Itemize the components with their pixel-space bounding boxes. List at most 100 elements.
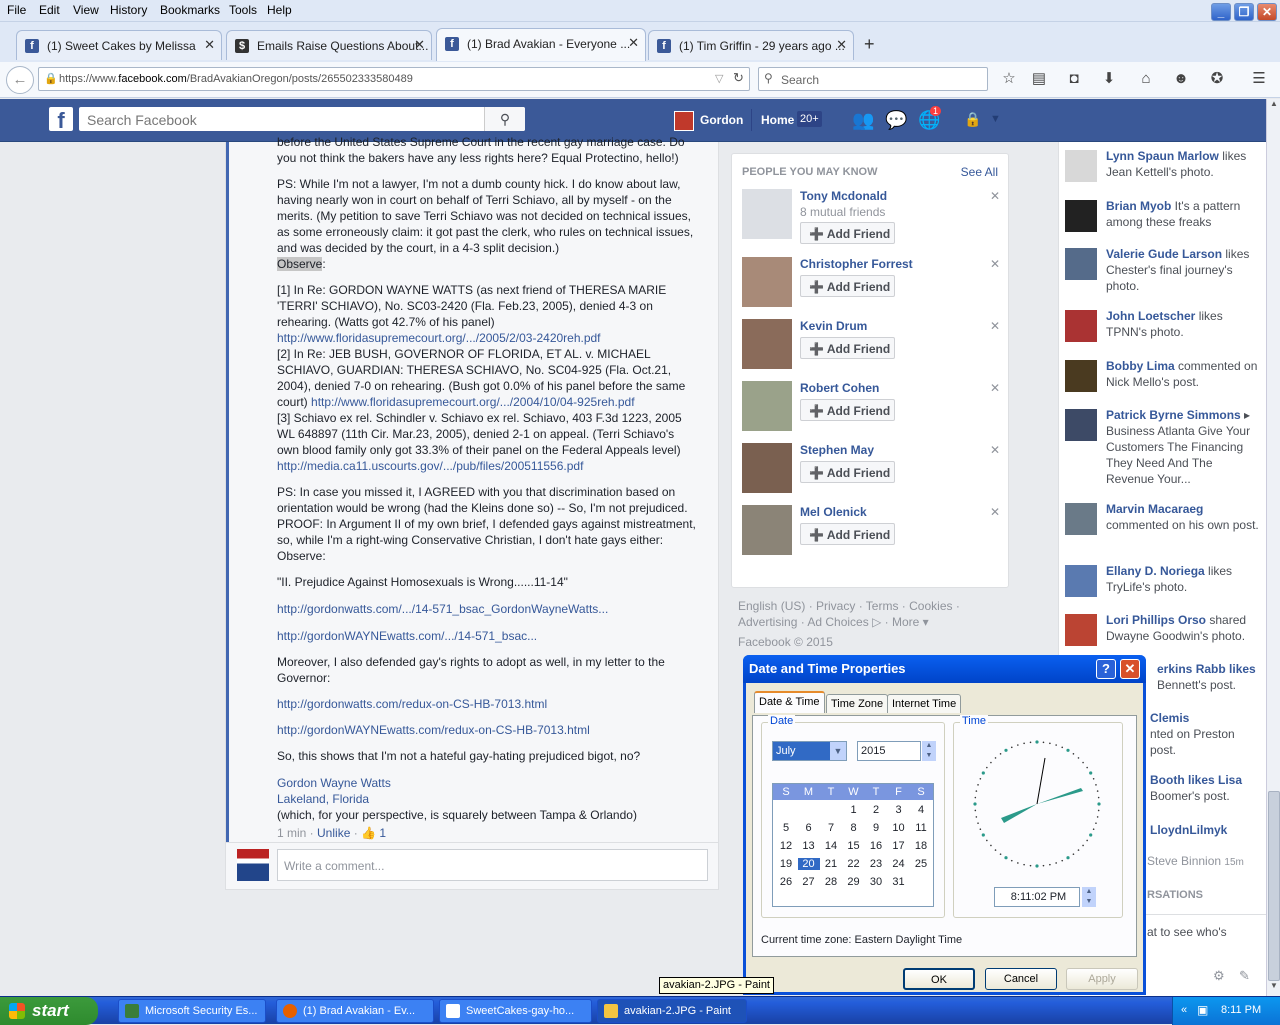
calendar-day[interactable]: 5 [775,822,797,834]
account-menu-icon[interactable]: ▼ [990,113,1001,125]
signature-location-link[interactable]: Lakeland, Florida [277,791,697,807]
tab-sweet-cakes[interactable]: f (1) Sweet Cakes by Melissa ✕ [16,30,222,60]
avatar[interactable] [742,319,792,369]
bookmark-star-icon[interactable]: ☆ [1000,70,1018,88]
maximize-button[interactable]: ❐ [1234,3,1254,21]
new-message-icon[interactable]: ✎ [1239,968,1250,984]
tray-expand-icon[interactable]: « [1181,1004,1187,1016]
home-icon[interactable]: ⌂ [1137,70,1155,88]
addon-icon[interactable]: ✪ [1208,70,1226,88]
calendar-day[interactable]: 20 [797,858,820,870]
dropdown-icon[interactable]: ▽ [715,72,723,85]
calendar-day[interactable]: 22 [843,858,865,870]
external-link[interactable]: http://gordonwatts.com/.../14-571_bsac_G… [277,601,697,617]
download-icon[interactable]: ⬇ [1100,70,1118,88]
scroll-up-icon[interactable]: ▲ [1268,99,1280,113]
add-friend-button[interactable]: ➕ Add Friend [800,222,895,244]
add-friend-button[interactable]: ➕ Add Friend [800,523,895,545]
year-input[interactable]: 2015 [857,741,921,761]
time-input[interactable]: 8:11:02 PM [994,887,1080,907]
calendar-day[interactable]: 8 [843,822,865,834]
apply-button[interactable]: Apply [1066,968,1138,990]
dismiss-icon[interactable]: ✕ [990,319,1000,333]
calendar-day[interactable]: 23 [865,858,887,870]
calendar-day[interactable]: 19 [775,858,797,870]
menu-help[interactable]: Help [267,3,292,17]
citation-link[interactable]: http://www.floridasupremecourt.org/.../2… [277,331,601,345]
close-window-button[interactable]: ✕ [1257,3,1277,21]
menu-edit[interactable]: Edit [39,3,60,17]
messages-icon[interactable]: 💬 [885,110,907,131]
reload-icon[interactable]: ↻ [733,70,744,86]
home-link[interactable]: Home [761,113,794,127]
cancel-button[interactable]: Cancel [985,968,1057,990]
ticker-item[interactable]: Steve Binnion 15m [1147,853,1265,871]
calendar-day[interactable]: 4 [910,804,932,816]
comment-input[interactable]: Write a comment... [277,849,708,881]
facebook-search-input[interactable]: Search Facebook [79,107,525,131]
calendar-day[interactable]: 6 [798,822,820,834]
see-all-link[interactable]: See All [961,165,998,179]
taskbar-item-firefox[interactable]: (1) Brad Avakian - Ev... [276,999,434,1023]
like-thumb-icon[interactable]: 👍 [361,826,376,840]
person-name-link[interactable]: Tony Mcdonald [800,189,887,203]
menu-file[interactable]: File [7,3,26,17]
start-button[interactable]: start [0,997,98,1025]
person-name-link[interactable]: Christopher Forrest [800,257,913,271]
avatar[interactable] [742,257,792,307]
friend-requests-icon[interactable]: 👥 [852,110,874,131]
chevron-down-icon[interactable]: ▼ [830,742,846,760]
add-friend-button[interactable]: ➕ Add Friend [800,461,895,483]
footer-links[interactable]: English (US) · Privacy · Terms · Cookies… [738,598,1008,614]
calendar-day[interactable]: 18 [910,840,932,852]
chat-settings-gear-icon[interactable]: ⚙ [1213,968,1225,984]
calendar-day[interactable]: 27 [798,876,820,888]
dismiss-icon[interactable]: ✕ [990,189,1000,203]
hamburger-menu-icon[interactable]: ☰ [1250,70,1268,88]
calendar-day[interactable]: 10 [888,822,910,834]
menu-view[interactable]: View [73,3,99,17]
tab-tim-griffin[interactable]: f (1) Tim Griffin - 29 years ago ... ✕ [648,30,854,60]
calendar-day[interactable]: 3 [888,804,910,816]
avatar[interactable] [674,111,694,131]
unlike-link[interactable]: Unlike [317,826,350,840]
add-friend-button[interactable]: ➕ Add Friend [800,337,895,359]
taskbar-item-security[interactable]: Microsoft Security Es... [118,999,266,1023]
ok-button[interactable]: OK [903,968,975,990]
clock[interactable]: 8:11 PM [1221,1004,1261,1016]
tab-brad-avakian[interactable]: f (1) Brad Avakian - Everyone ... ✕ [436,28,646,61]
external-link[interactable]: http://gordonWAYNEwatts.com/redux-on-CS-… [277,722,697,738]
calendar-day[interactable]: 11 [910,822,932,834]
scrollbar-thumb[interactable] [1268,791,1280,981]
close-tab-icon[interactable]: ✕ [628,35,639,51]
ticker-item[interactable]: Booth likes Lisa Boomer's post. [1150,772,1260,804]
calendar-day[interactable]: 31 [888,876,910,888]
close-tab-icon[interactable]: ✕ [836,37,847,53]
calendar-day[interactable]: 2 [865,804,887,816]
dismiss-icon[interactable]: ✕ [990,505,1000,519]
taskbar-item-paint[interactable]: avakian-2.JPG - Paint [597,999,747,1023]
footer-links[interactable]: Advertising · Ad Choices ▷ · More ▾ [738,614,1008,630]
dismiss-icon[interactable]: ✕ [990,381,1000,395]
help-button[interactable]: ? [1096,659,1116,679]
reading-list-icon[interactable]: ▤ [1030,70,1048,88]
comment-time[interactable]: 1 min [277,826,306,840]
calendar-day[interactable]: 15 [843,840,865,852]
tab-date-time[interactable]: Date & Time [754,691,825,713]
tab-time-zone[interactable]: Time Zone [826,694,889,713]
chat-prompt[interactable]: at to see who's [1147,924,1265,940]
person-name-link[interactable]: Stephen May [800,443,874,457]
facebook-search-button[interactable]: ⚲ [484,107,525,131]
browser-search-input[interactable]: ⚲ Search [758,67,988,91]
avatar[interactable] [742,189,792,239]
calendar-day[interactable]: 30 [865,876,887,888]
close-tab-icon[interactable]: ✕ [204,37,215,53]
ticker-item[interactable]: LloydnLilmyk [1150,822,1260,838]
dialog-title-bar[interactable]: Date and Time Properties ? ✕ [743,655,1146,683]
facebook-logo-icon[interactable]: f [49,107,73,133]
external-link[interactable]: http://gordonwatts.com/redux-on-CS-HB-70… [277,696,697,712]
calendar-day[interactable]: 24 [888,858,910,870]
menu-tools[interactable]: Tools [229,3,257,17]
tab-internet-time[interactable]: Internet Time [887,694,962,713]
calendar-day[interactable]: 1 [843,804,865,816]
